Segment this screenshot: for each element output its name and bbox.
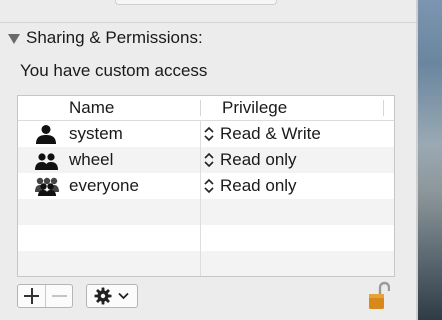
gear-menu-button[interactable] xyxy=(86,284,138,308)
row-privilege-popup[interactable]: Read only xyxy=(220,176,297,196)
previous-section-remnant xyxy=(0,0,418,22)
up-down-arrows-icon[interactable] xyxy=(203,126,215,142)
permissions-table: Name Privilege system Read & Write wheel… xyxy=(17,95,395,277)
add-button[interactable] xyxy=(18,285,45,307)
sharing-permissions-header[interactable]: Sharing & Permissions: xyxy=(8,27,203,49)
remove-button[interactable] xyxy=(44,285,73,307)
row-privilege-popup[interactable]: Read & Write xyxy=(220,124,321,144)
section-divider xyxy=(0,22,418,23)
empty-row xyxy=(18,225,394,251)
table-row[interactable]: system Read & Write xyxy=(18,121,394,147)
up-down-arrows-icon[interactable] xyxy=(203,152,215,168)
table-row[interactable]: everyone Read only xyxy=(18,173,394,199)
previous-field-edge xyxy=(115,0,277,5)
lock-icon[interactable] xyxy=(368,281,390,311)
gear-icon xyxy=(94,287,112,305)
table-body: system Read & Write wheel Read only ever… xyxy=(18,121,394,276)
column-separator-line xyxy=(200,121,201,276)
disclosure-triangle-icon[interactable] xyxy=(8,34,20,44)
up-down-arrows-icon[interactable] xyxy=(203,178,215,194)
row-name: everyone xyxy=(69,176,139,195)
empty-row xyxy=(18,251,394,276)
table-header: Name Privilege xyxy=(18,96,394,121)
single-user-icon xyxy=(36,125,56,144)
add-remove-buttons xyxy=(17,284,73,308)
plus-icon xyxy=(30,288,33,304)
column-divider[interactable] xyxy=(200,100,201,116)
row-privilege-popup[interactable]: Read only xyxy=(220,150,297,170)
column-header-privilege[interactable]: Privilege xyxy=(222,98,287,118)
everyone-icon xyxy=(35,177,59,196)
row-name: wheel xyxy=(69,150,114,169)
column-divider[interactable] xyxy=(383,100,384,116)
group-icon xyxy=(35,153,58,170)
desktop-wallpaper xyxy=(418,0,442,320)
empty-row xyxy=(18,199,394,225)
column-header-name[interactable]: Name xyxy=(69,98,114,118)
access-status-text: You have custom access xyxy=(20,61,208,80)
section-title: Sharing & Permissions: xyxy=(26,28,203,47)
row-name: system xyxy=(69,124,123,143)
chevron-down-icon xyxy=(118,292,129,300)
table-row[interactable]: wheel Read only xyxy=(18,147,394,173)
minus-icon xyxy=(51,295,67,297)
